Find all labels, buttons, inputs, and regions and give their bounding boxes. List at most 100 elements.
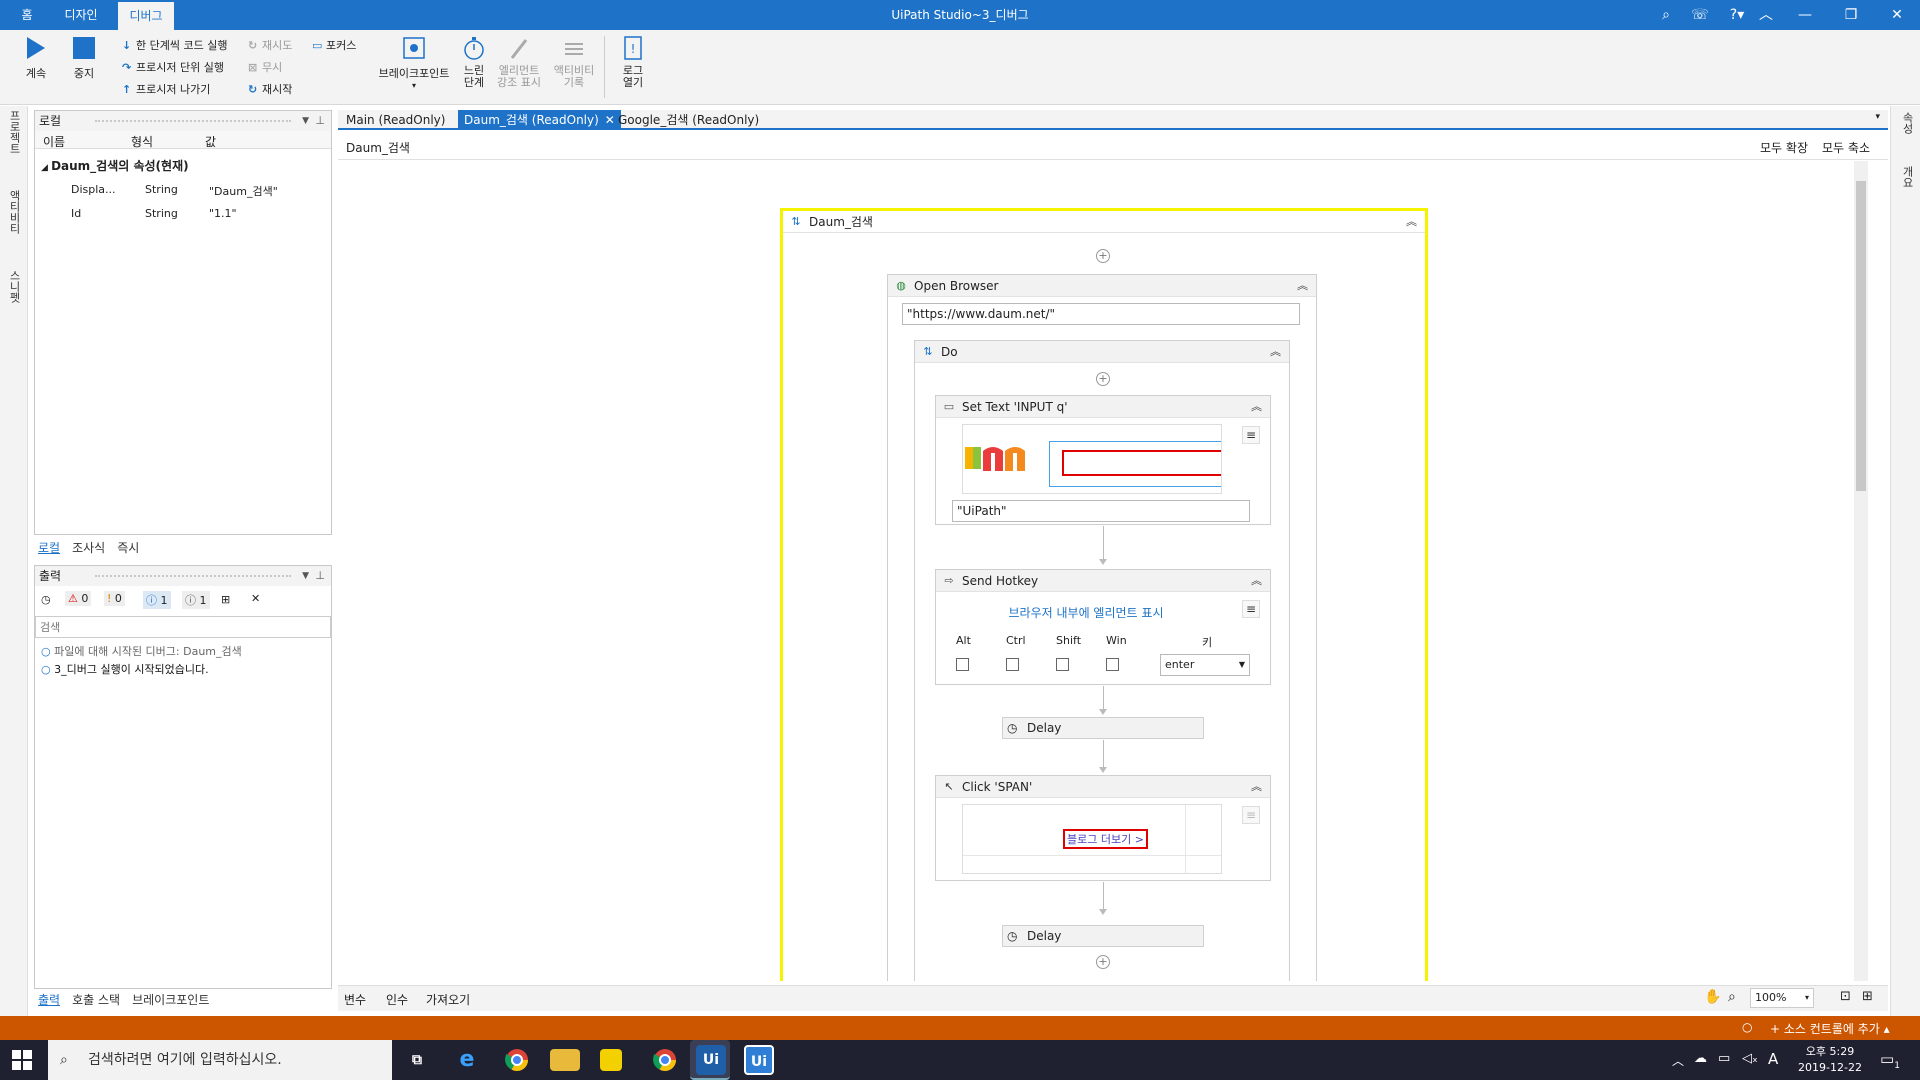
send-hotkey-activity[interactable]: ⇨ Send Hotkey ︽ 브라우저 내부에 엘리먼트 표시 ≡ Alt Ctr… xyxy=(935,569,1271,685)
network-icon[interactable]: ▭ xyxy=(1718,1051,1730,1066)
breadcrumb[interactable]: Daum_검색 xyxy=(346,139,410,156)
indicate-element-link[interactable]: 브라우저 내부에 엘리먼트 표시 xyxy=(936,604,1236,621)
restore-icon[interactable]: ❐ xyxy=(1841,5,1861,25)
set-text-value-field[interactable]: "UiPath" xyxy=(952,500,1250,522)
output-search-input[interactable] xyxy=(35,616,331,638)
ctrl-checkbox[interactable] xyxy=(1006,658,1019,671)
ime-indicator[interactable]: A xyxy=(1768,1050,1778,1068)
notifications-icon[interactable]: ▭1 xyxy=(1880,1050,1900,1071)
tray-chevron-icon[interactable]: ︿ xyxy=(1672,1052,1684,1069)
log-activities-button[interactable]: 액티비티 기록 xyxy=(552,36,596,89)
side-tab-project[interactable]: 프로젝트 xyxy=(6,110,22,154)
menu-icon[interactable]: ≡ xyxy=(1242,600,1260,618)
step-into-button[interactable]: ↓ 한 단계씩 코드 실행 xyxy=(122,37,227,53)
menu-icon[interactable]: ≡ xyxy=(1242,426,1260,444)
pin-icon[interactable]: ⊥ xyxy=(315,111,325,131)
shift-checkbox[interactable] xyxy=(1056,658,1069,671)
retry-button[interactable]: ↻ 재시도 xyxy=(248,37,292,53)
restart-button[interactable]: ↻ 재시작 xyxy=(248,81,292,97)
collapse-all-button[interactable]: 모두 축소 xyxy=(1822,139,1870,156)
expand-all-button[interactable]: 모두 확장 xyxy=(1760,139,1808,156)
timestamp-toggle-icon[interactable]: ⊞ xyxy=(221,593,230,606)
stop-button[interactable]: 중지 xyxy=(66,36,102,81)
overview-icon[interactable]: ⊞ xyxy=(1862,989,1873,1004)
delay-activity[interactable]: ◷ Delay xyxy=(1002,925,1204,947)
tab-locals[interactable]: 로컬 xyxy=(38,541,60,555)
ignore-button[interactable]: ⊠ 무시 xyxy=(248,59,282,75)
alt-checkbox[interactable] xyxy=(956,658,969,671)
tab-output[interactable]: 출력 xyxy=(38,993,60,1007)
collapse-icon[interactable]: ︽ xyxy=(1297,275,1308,297)
edge-icon[interactable]: e xyxy=(452,1045,482,1075)
feedback-icon[interactable]: ☏ xyxy=(1690,5,1710,25)
vertical-scrollbar[interactable] xyxy=(1854,161,1868,981)
clock[interactable]: 오후 5:29 2019-12-22 xyxy=(1790,1044,1870,1076)
uipath-robot-icon[interactable]: Ui xyxy=(696,1045,726,1075)
zoom-select[interactable]: 100% ▾ xyxy=(1750,988,1814,1008)
tab-watch[interactable]: 조사식 xyxy=(72,541,105,555)
add-activity-icon[interactable]: + xyxy=(1096,955,1110,969)
locals-group-row[interactable]: ◢ Daum_검색의 속성(현재) xyxy=(41,157,189,174)
sequence-daum[interactable]: ⇅ Daum_검색 ︽ + ◍ Open Browser ︽ "https://www.… xyxy=(780,208,1428,981)
click-screenshot-preview[interactable]: 블로그 더보기 > xyxy=(962,804,1222,874)
continue-button[interactable]: 계속 xyxy=(18,36,54,81)
do-sequence[interactable]: ⇅ Do ︽ + ▭ Set Text 'INPUT q' ︽ ≡ "UiPat… xyxy=(914,340,1290,981)
click-activity[interactable]: ↖ Click 'SPAN' ︽ 블로그 더보기 > ≡ xyxy=(935,775,1271,881)
pin-icon[interactable]: ⊥ xyxy=(315,566,325,586)
tab-call-stack[interactable]: 호출 스택 xyxy=(72,993,120,1007)
win-checkbox[interactable] xyxy=(1106,658,1119,671)
errors-filter[interactable]: ⚠ 0 xyxy=(65,591,92,606)
zoom-icon[interactable]: ⌕ xyxy=(1728,989,1736,1005)
step-over-button[interactable]: ↷ 프로시저 단위 실행 xyxy=(122,59,224,75)
screenshot-preview[interactable] xyxy=(962,424,1222,494)
slow-step-button[interactable]: 느린 단계 xyxy=(458,36,490,89)
url-field[interactable]: "https://www.daum.net/" xyxy=(902,303,1300,325)
clock-icon[interactable]: ◷ xyxy=(41,593,51,606)
side-tab-activities[interactable]: 액티비티 xyxy=(6,190,22,234)
help-icon[interactable]: ?▾ xyxy=(1722,5,1752,25)
minimize-icon[interactable]: — xyxy=(1795,5,1815,25)
highlight-elements-button[interactable]: 엘리먼트 강조 표시 xyxy=(494,36,544,89)
imports-tab[interactable]: 가져오기 xyxy=(426,991,470,1008)
info-filter[interactable]: ⓘ 1 xyxy=(143,591,171,609)
dropdown-icon[interactable]: ▼ xyxy=(302,566,309,586)
arguments-tab[interactable]: 인수 xyxy=(386,991,408,1008)
chrome-icon[interactable] xyxy=(502,1045,532,1075)
breakpoints-button[interactable]: 브레이크포인트 ▾ xyxy=(374,36,454,90)
delay-activity[interactable]: ◷ Delay xyxy=(1002,717,1204,739)
add-activity-icon[interactable]: + xyxy=(1096,372,1110,386)
side-tab-outline[interactable]: 개요 xyxy=(1899,166,1915,188)
windows-start-icon[interactable] xyxy=(12,1050,32,1070)
collapse-icon[interactable]: ︽ xyxy=(1251,776,1262,798)
doc-tab-daum[interactable]: Daum_검색 (ReadOnly) ✕ xyxy=(458,110,621,130)
trace-filter[interactable]: ⓘ 1 xyxy=(182,591,210,609)
collapse-icon[interactable]: ︽ xyxy=(1406,211,1417,233)
open-logs-button[interactable]: ! 로그 열기 xyxy=(616,36,650,89)
doc-tab-google[interactable]: Google_검색 (ReadOnly) xyxy=(612,110,765,130)
side-tab-snippets[interactable]: 스니펫 xyxy=(6,270,22,303)
pan-hand-icon[interactable]: ✋ xyxy=(1704,989,1721,1005)
sticky-notes-icon[interactable] xyxy=(600,1049,622,1071)
file-explorer-icon[interactable] xyxy=(550,1049,580,1071)
clear-icon[interactable]: ✕ xyxy=(251,592,260,605)
tab-immediate[interactable]: 즉시 xyxy=(117,541,139,555)
step-out-button[interactable]: ↑ 프로시저 나가기 xyxy=(122,81,210,97)
taskbar-search[interactable]: ⌕ 검색하려면 여기에 입력하십시오. xyxy=(48,1040,392,1080)
close-icon[interactable]: ✕ xyxy=(1887,5,1907,25)
variables-tab[interactable]: 변수 xyxy=(344,991,366,1008)
designer-canvas[interactable]: ⇅ Daum_검색 ︽ + ◍ Open Browser ︽ "https://www.… xyxy=(338,161,1868,981)
source-control-button[interactable]: + 소스 컨트롤에 추가 ▴ xyxy=(1770,1020,1890,1037)
tab-list-icon[interactable]: ▾ xyxy=(1875,112,1880,122)
tab-debug[interactable]: 디버그 xyxy=(118,2,174,30)
collapse-icon[interactable]: ︽ xyxy=(1270,341,1281,363)
dropdown-icon[interactable]: ▼ xyxy=(302,111,309,131)
volume-icon[interactable]: ◁ₓ xyxy=(1742,1051,1758,1066)
doc-tab-main[interactable]: Main (ReadOnly) xyxy=(340,110,451,130)
fit-screen-icon[interactable]: ⊡ xyxy=(1840,989,1851,1004)
tab-home[interactable]: 홈 xyxy=(10,0,44,30)
warnings-filter[interactable]: ! 0 xyxy=(104,591,125,606)
task-view-icon[interactable]: ⧉ xyxy=(402,1045,432,1075)
set-text-activity[interactable]: ▭ Set Text 'INPUT q' ︽ ≡ "UiPath" xyxy=(935,395,1271,525)
add-activity-icon[interactable]: + xyxy=(1096,249,1110,263)
open-browser-activity[interactable]: ◍ Open Browser ︽ "https://www.daum.net/" ⇅… xyxy=(887,274,1317,981)
